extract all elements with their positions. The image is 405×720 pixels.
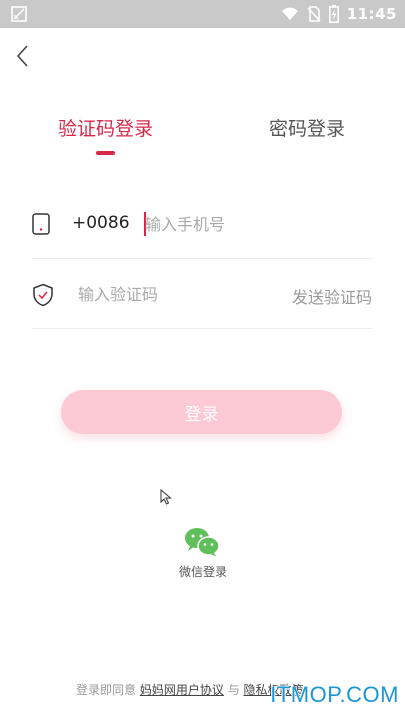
wechat-login-button[interactable]: 微信登录 (167, 527, 239, 585)
status-bar: 11:45 (0, 0, 405, 28)
code-divider (32, 328, 372, 329)
back-button[interactable] (8, 40, 36, 72)
battery-charging-icon (328, 5, 339, 23)
mouse-pointer-icon (160, 489, 172, 505)
shield-check-icon (33, 283, 53, 307)
login-button-label: 登录 (184, 404, 219, 425)
notification-icon (11, 6, 27, 22)
phone-icon (32, 213, 50, 235)
status-time: 11:45 (346, 5, 397, 23)
site-watermark: ITMOP.COM (270, 682, 399, 707)
wechat-icon (185, 528, 220, 557)
agreement-prefix: 登录即同意 (76, 683, 137, 697)
code-row: 发送验证码 (32, 259, 372, 329)
chevron-left-icon (16, 45, 28, 67)
wechat-login-label: 微信登录 (178, 565, 227, 579)
phone-input[interactable] (145, 211, 365, 237)
verification-code-input[interactable] (78, 281, 258, 307)
agreement-connector: 与 (227, 683, 240, 697)
tab-sms-login[interactable]: 验证码登录 (58, 114, 153, 148)
tab-active-indicator (96, 151, 115, 155)
tab-password-login[interactable]: 密码登录 (269, 114, 345, 148)
user-agreement-link[interactable]: 妈妈网用户协议 (140, 683, 224, 697)
login-button[interactable]: 登录 (61, 390, 342, 434)
no-sim-icon (307, 6, 321, 22)
send-code-button[interactable]: 发送验证码 (292, 284, 372, 308)
country-code-selector[interactable]: +0086 (72, 213, 130, 233)
phone-row: +0086 (32, 189, 372, 259)
wifi-icon (281, 7, 298, 20)
